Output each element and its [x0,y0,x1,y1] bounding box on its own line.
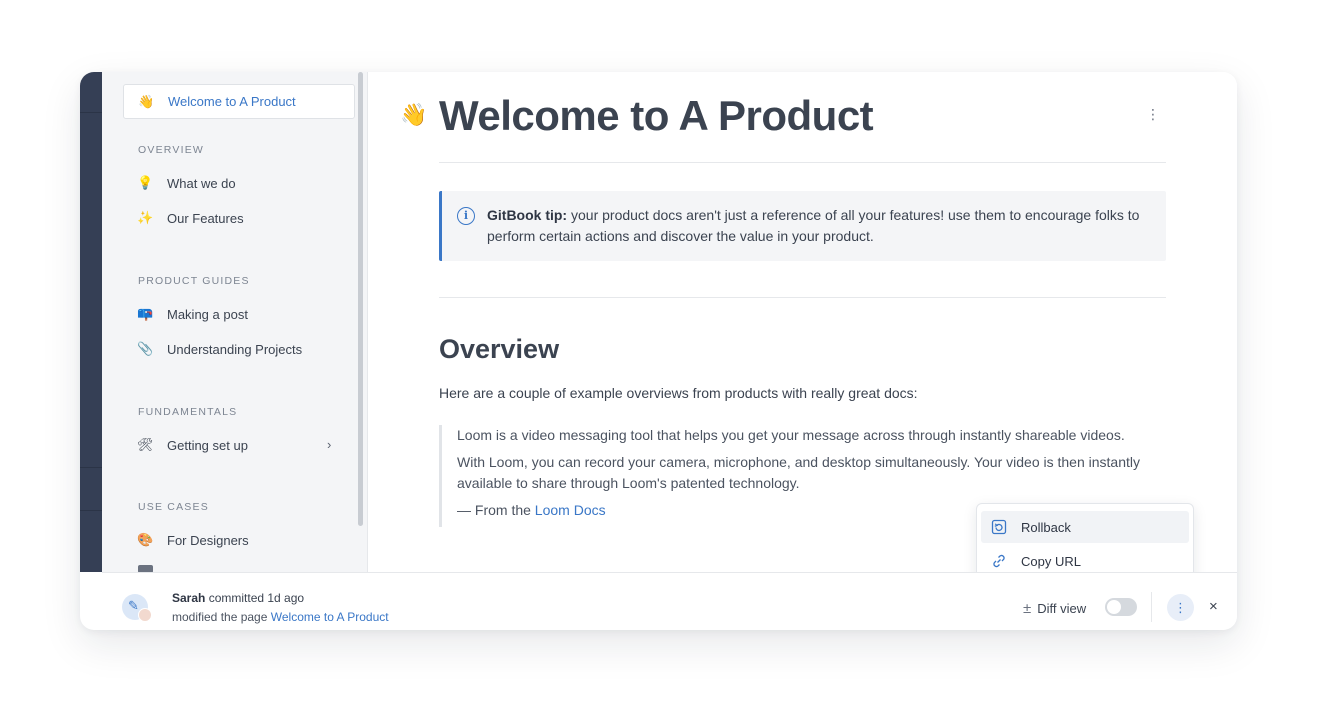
intro-paragraph: Here are a couple of example overviews f… [439,385,918,401]
footer-divider [1151,592,1152,622]
sidebar-item-label: What we do [167,175,236,191]
user-avatar [138,608,152,622]
mailbox-icon: 📪 [137,306,154,321]
lightbulb-icon: 💡 [137,175,154,190]
rail-band [80,467,102,511]
tools-icon: 🛠 [137,437,154,452]
section-divider [439,297,1166,298]
page-title: Welcome to A Product [439,92,874,139]
toggle-knob [1107,600,1121,614]
diff-view-control[interactable]: ± Diff view [1023,600,1086,617]
commit-summary: Sarah committed 1d ago [172,591,304,605]
menu-item-rollback[interactable]: Rollback [981,511,1189,543]
sparkles-icon: ✨ [137,210,154,225]
sidebar-item-label: Our Features [167,210,244,226]
hint-block: i GitBook tip: your product docs aren't … [439,191,1166,261]
sidebar-item-getting-set-up[interactable]: 🛠 Getting set up [137,434,347,456]
waving-hand-icon: 👋 [400,102,428,127]
commit-author: Sarah [172,591,206,605]
info-icon: i [457,207,475,225]
section-title-fundamentals: FUNDAMENTALS [138,406,238,418]
commit-footer: ✎ Sarah committed 1d ago modified the pa… [102,572,1237,630]
more-options-button[interactable]: ⋮ [1167,594,1194,621]
sidebar-item-partial [138,565,153,572]
quote-paragraph-2: With Loom, you can record your camera, m… [457,454,1140,491]
sidebar-item-label: Getting set up [167,437,248,453]
menu-item-label: Rollback [1021,519,1071,535]
sidebar-item-label: Understanding Projects [167,341,303,357]
left-rail [80,72,102,572]
sidebar-item-label: Making a post [167,306,248,322]
menu-item-label: Copy URL [1021,553,1081,569]
plus-minus-icon: ± [1023,600,1032,617]
section-title-product-guides: PRODUCT GUIDES [138,275,250,287]
sidebar-item-welcome[interactable]: 👋 Welcome to A Product [123,84,355,119]
close-button[interactable]: × [1209,598,1218,615]
sidebar: 👋 Welcome to A Product OVERVIEW 💡 What w… [102,72,368,572]
quote-paragraph-1: Loom is a video messaging tool that help… [457,427,1125,443]
commit-action: committed 1d ago [205,591,305,605]
link-icon [993,554,1005,568]
hint-body: your product docs aren't just a referenc… [487,207,1140,244]
sidebar-item-for-designers[interactable]: 🎨 For Designers [137,529,249,551]
palette-icon: 🎨 [137,532,154,547]
paperclip-icon: 📎 [137,341,154,356]
rollback-icon [991,519,1007,535]
sidebar-item-making-a-post[interactable]: 📪 Making a post [137,303,248,325]
loom-docs-link[interactable]: Loom Docs [535,502,606,518]
waving-hand-icon: 👋 [138,93,155,109]
rail-divider [80,112,102,113]
hint-text: GitBook tip: your product docs aren't ju… [487,205,1157,247]
chevron-right-icon[interactable]: › [327,437,331,452]
pencil-icon: ✎ [128,598,139,613]
citation-prefix: — From the [457,502,535,518]
diff-view-toggle[interactable] [1105,598,1137,616]
sidebar-item-what-we-do[interactable]: 💡 What we do [137,172,236,194]
page-options-icon[interactable]: ⋮ [1146,106,1160,123]
avatar: ✎ [122,594,152,622]
section-heading: Overview [439,334,560,364]
app-window: 👋 Welcome to A Product OVERVIEW 💡 What w… [80,72,1237,630]
section-title-overview: OVERVIEW [138,144,205,156]
commit-detail: modified the page Welcome to A Product [172,610,389,624]
title-divider [439,162,1166,163]
sidebar-item-our-features[interactable]: ✨ Our Features [137,207,244,229]
sidebar-item-understanding-projects[interactable]: 📎 Understanding Projects [137,338,302,360]
sidebar-item-label: Welcome to A Product [168,94,296,109]
commit-detail-prefix: modified the page [172,610,271,624]
commit-page-link[interactable]: Welcome to A Product [271,610,389,624]
sidebar-item-label: For Designers [167,532,249,548]
sidebar-scrollbar[interactable] [358,72,363,526]
main-content: 👋 Welcome to A Product ⋮ i GitBook tip: … [369,72,1237,572]
diff-view-label: Diff view [1037,601,1087,616]
hint-bold: GitBook tip: [487,207,568,223]
section-title-use-cases: USE CASES [138,501,209,513]
